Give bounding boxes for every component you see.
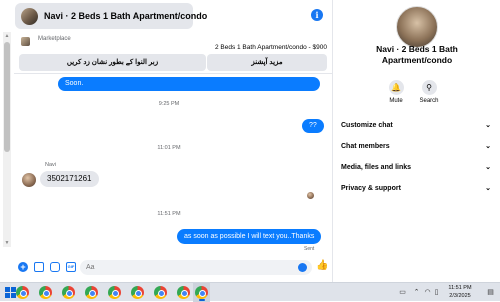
message-input[interactable] [86, 262, 286, 273]
emoji-icon[interactable] [298, 263, 307, 272]
chevron-up-icon[interactable]: ⌃ [412, 288, 421, 297]
chevron-down-icon: ⌄ [485, 164, 491, 171]
scroll-down-arrow-icon[interactable]: ▼ [3, 239, 11, 247]
sticker-icon[interactable] [50, 262, 60, 272]
message-text: Soon. [65, 80, 84, 87]
section-label: Chat members [341, 143, 390, 150]
chrome-icon[interactable] [39, 286, 52, 299]
timestamp: 11:01 PM [157, 145, 181, 151]
listing-title-price[interactable]: 2 Beds 1 Bath Apartment/condo - $900 [215, 44, 327, 51]
search-button[interactable]: ⚲ Search [414, 80, 444, 104]
clock-date: 2/3/2025 [449, 292, 471, 299]
chat-header: Navi · 2 Beds 1 Bath Apartment/condo i [0, 0, 332, 32]
section-label: Privacy & support [341, 185, 401, 192]
marketplace-card: Marketplace 2 Beds 1 Bath Apartment/cond… [14, 32, 332, 74]
section-label: Media, files and links [341, 164, 412, 171]
chrome-icon[interactable] [177, 286, 190, 299]
thumbs-up-icon[interactable]: 👍 [316, 261, 328, 271]
listing-thumbnail [21, 7, 38, 25]
bell-icon: 🔔 [388, 80, 404, 95]
section-media-files-links[interactable]: Media, files and links ⌄ [341, 159, 493, 177]
chevron-down-icon: ⌄ [485, 185, 491, 192]
plus-icon[interactable]: + [18, 262, 28, 272]
scroll-thumb[interactable] [4, 42, 10, 152]
read-receipt-avatar [307, 192, 314, 199]
message-status: Sent [304, 246, 315, 252]
section-chat-members[interactable]: Chat members ⌄ [341, 138, 493, 156]
wifi-icon[interactable]: ◠ [423, 288, 432, 297]
image-icon[interactable] [34, 262, 44, 272]
marketplace-label: Marketplace [38, 36, 71, 42]
windows-start-icon[interactable] [5, 287, 16, 298]
chevron-down-icon: ⌄ [485, 122, 491, 129]
notification-icon[interactable]: ▤ [486, 288, 495, 297]
section-privacy-support[interactable]: Privacy & support ⌄ [341, 180, 493, 198]
search-icon: ⚲ [421, 80, 437, 95]
messenger-window: Navi · 2 Beds 1 Bath Apartment/condo i M… [0, 0, 500, 282]
windows-taskbar: ▭ ⌃ ◠ ▯ 11:51 PM 2/3/2025 ▤ [0, 282, 500, 302]
marketplace-thumbnail [21, 37, 30, 46]
chrome-icon[interactable] [154, 286, 167, 299]
conversation-info-panel: Navi · 2 Beds 1 Bath Apartment/condo 🔔 M… [334, 0, 500, 282]
scroll-up-arrow-icon[interactable]: ▲ [3, 32, 11, 40]
chrome-icon[interactable] [85, 286, 98, 299]
message-text: as soon as possible I will text you..Tha… [184, 233, 315, 240]
chrome-icon[interactable] [108, 286, 121, 299]
gif-icon[interactable]: GIF [66, 262, 76, 272]
conversation-title-button[interactable]: Navi · 2 Beds 1 Bath Apartment/condo [15, 3, 207, 29]
message-text: 3502171261 [47, 174, 92, 183]
message-outgoing[interactable]: as soon as possible I will text you..Tha… [177, 229, 322, 244]
conversation-avatar[interactable] [396, 6, 438, 48]
chat-column: Navi · 2 Beds 1 Bath Apartment/condo i M… [0, 0, 333, 282]
timestamp: 11:51 PM [157, 211, 181, 217]
chrome-icon[interactable] [62, 286, 75, 299]
panel-title: Navi · 2 Beds 1 Bath Apartment/condo [376, 44, 458, 65]
message-tray-icon[interactable]: ▭ [398, 288, 407, 297]
sender-name: Navi [45, 162, 57, 168]
message-incoming[interactable]: 3502171261 [40, 171, 99, 187]
message-scrollbar[interactable]: ▲ ▼ [3, 32, 11, 247]
chrome-icon[interactable] [195, 286, 208, 299]
message-text: ?? [309, 122, 317, 129]
more-options-button[interactable]: مزید آپشنز [207, 54, 327, 71]
sender-avatar[interactable] [22, 173, 36, 187]
section-customize-chat[interactable]: Customize chat ⌄ [341, 117, 493, 135]
message-outgoing[interactable]: ?? [302, 119, 324, 133]
chrome-icon[interactable] [131, 286, 144, 299]
info-icon[interactable]: i [311, 9, 323, 21]
clock-time: 11:51 PM [448, 285, 472, 291]
search-label: Search [419, 98, 439, 104]
message-input-wrapper [80, 260, 312, 275]
mute-label: Mute [389, 98, 403, 104]
mark-as-button[interactable]: زبر النوا کے بطور نشان زد کریں [19, 54, 206, 71]
section-label: Customize chat [341, 122, 393, 129]
message-outgoing[interactable]: Soon. [58, 77, 320, 91]
composer-bar: + GIF 👍 [0, 257, 332, 277]
chrome-icon[interactable] [16, 286, 29, 299]
mute-button[interactable]: 🔔 Mute [381, 80, 411, 104]
conversation-title: Navi · 2 Beds 1 Bath Apartment/condo [44, 11, 208, 21]
clock[interactable]: 11:51 PM 2/3/2025 [440, 285, 480, 300]
timestamp: 9:25 PM [158, 101, 180, 107]
chevron-down-icon: ⌄ [485, 143, 491, 150]
